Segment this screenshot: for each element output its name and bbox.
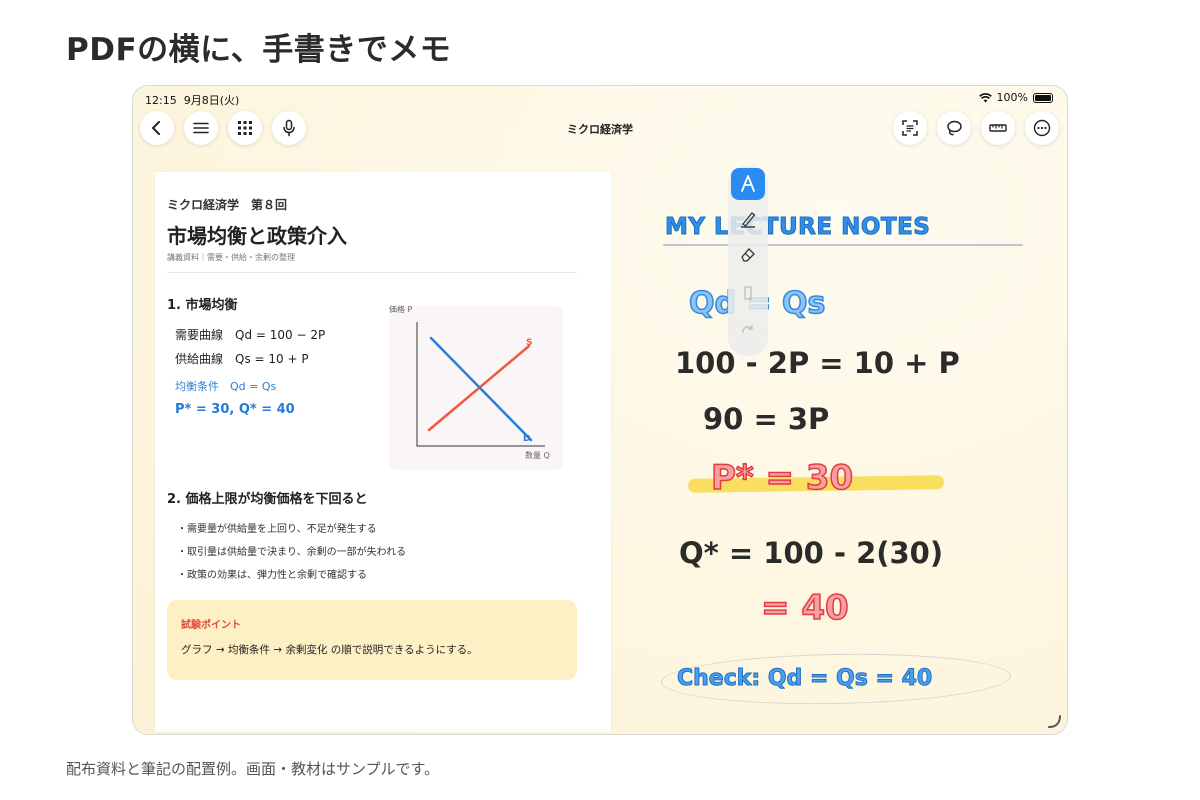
menu-icon (193, 122, 209, 134)
demand-curve (429, 336, 533, 442)
note-line-quantity: = 40 (760, 587, 849, 629)
lecture-title: 市場均衡と政策介入 (167, 224, 347, 248)
highlighter-icon (741, 212, 756, 228)
note-line-price: P* = 30 (710, 457, 854, 499)
equilibrium-condition: 均衡条件 Qd = Qs (175, 380, 277, 393)
microphone-button[interactable] (272, 111, 306, 145)
menu-button[interactable] (184, 111, 218, 145)
fountain-pen-tool[interactable] (731, 168, 765, 200)
battery-percent: 100% (996, 91, 1028, 104)
status-time: 12:15 9月8日(火) (145, 94, 240, 107)
page-heading: PDFの横に、手書きでメモ (66, 32, 452, 68)
section-1-heading: 1. 市場均衡 (167, 298, 238, 313)
pencil-tool[interactable] (731, 278, 765, 308)
wifi-icon (978, 92, 992, 102)
grid-button[interactable] (228, 111, 262, 145)
demand-label: D (523, 434, 531, 444)
eraser-tool[interactable] (731, 240, 765, 270)
resize-handle-icon[interactable] (1047, 714, 1061, 728)
grid-icon (238, 121, 252, 135)
highlight-stroke (687, 475, 945, 493)
more-icon (1033, 119, 1051, 137)
status-right: 100% (978, 91, 1053, 104)
circle-stroke (660, 650, 1012, 708)
supply-label: S (526, 338, 533, 348)
more-button[interactable] (1025, 111, 1059, 145)
fountain-pen-icon (741, 175, 755, 192)
pen-palette (728, 166, 768, 356)
callout-label: 試験ポイント (181, 620, 241, 631)
scan-icon (902, 120, 918, 136)
back-icon (152, 121, 160, 135)
supply-demand-graph: 価格 P S D 数量 Q (389, 305, 563, 470)
bullet-item: ・需要量が供給量を上回り、不足が発生する (177, 524, 377, 535)
lasso-button[interactable] (937, 111, 971, 145)
exam-point-callout: 試験ポイント グラフ → 均衡条件 → 余剰変化 の順で説明できるようにする。 (167, 600, 577, 680)
back-button[interactable] (140, 111, 174, 145)
demand-equation: 需要曲線 Qd = 100 − 2P (175, 328, 326, 342)
lecture-meta: 講義資料｜需要・供給・余剰の整理 (167, 253, 295, 262)
callout-text: グラフ → 均衡条件 → 余剰変化 の順で説明できるようにする。 (181, 644, 478, 656)
ruler-icon (989, 124, 1007, 132)
title-underline (663, 244, 1023, 246)
note-line: 90 = 3P (703, 402, 830, 436)
scan-button[interactable] (893, 111, 927, 145)
notes-title: MY LECTURE NOTES (664, 214, 931, 241)
bullet-item: ・政策の効果は、弾力性と余剰で確認する (177, 570, 367, 581)
status-bar: 12:15 9月8日(火) 100% (133, 86, 1067, 110)
pencil-icon (744, 286, 752, 300)
redo-icon (742, 325, 753, 334)
redo-tool[interactable] (731, 316, 765, 346)
bullet-item: ・取引量は供給量で決まり、余剰の一部が失われる (177, 547, 407, 558)
divider (167, 272, 577, 273)
equilibrium-result: P* = 30, Q* = 40 (175, 402, 295, 417)
supply-equation: 供給曲線 Qs = 10 + P (175, 352, 309, 366)
figure-caption: 配布資料と筆記の配置例。画面・教材はサンプルです。 (66, 760, 440, 778)
tablet-screen: 12:15 9月8日(火) 100% ミクロ経済学 ミクロ経済学 第８回 市場均… (132, 85, 1068, 735)
lecture-number: ミクロ経済学 第８回 (167, 198, 288, 212)
battery-icon (1033, 92, 1053, 103)
graph-x-label: 数量 Q (525, 451, 550, 460)
microphone-icon (283, 119, 295, 137)
highlighter-tool[interactable] (731, 204, 765, 234)
eraser-icon (741, 248, 755, 262)
note-line: Q* = 100 - 2(30) (679, 536, 944, 570)
pdf-page[interactable]: ミクロ経済学 第８回 市場均衡と政策介入 講義資料｜需要・供給・余剰の整理 1.… (155, 172, 611, 732)
lasso-icon (947, 120, 962, 136)
ruler-button[interactable] (981, 111, 1015, 145)
note-line-check: Check: Qd = Qs = 40 (676, 666, 933, 692)
graph-plot (416, 322, 545, 447)
section-2-heading: 2. 価格上限が均衡価格を下回ると (167, 492, 368, 507)
note-line: 100 - 2P = 10 + P (675, 346, 960, 380)
